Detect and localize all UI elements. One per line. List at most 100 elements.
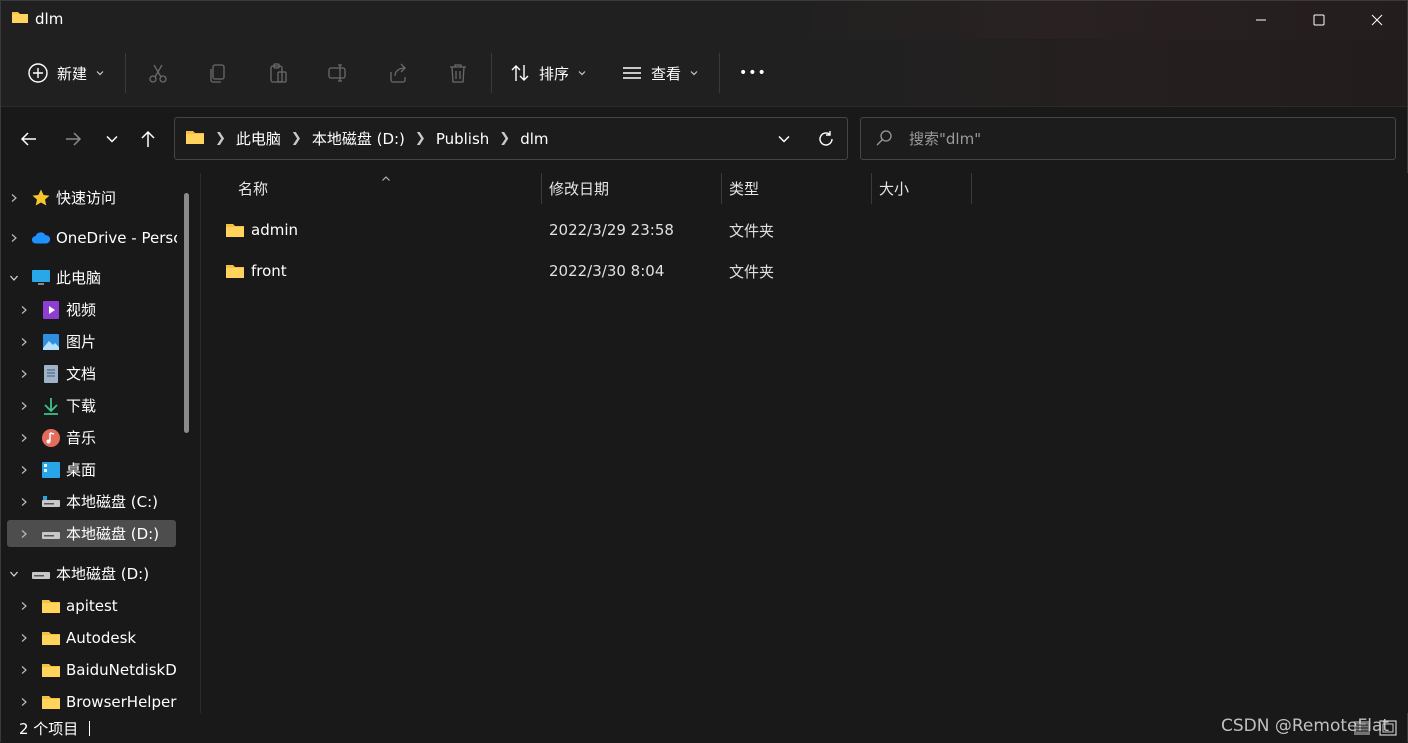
- rename-button[interactable]: [326, 61, 350, 85]
- sidebar-item-label: apitest: [66, 596, 118, 615]
- recent-locations-button[interactable]: [98, 125, 126, 153]
- forward-button[interactable]: [59, 125, 87, 153]
- sidebar-item-label: 此电脑: [56, 269, 102, 287]
- details-view-button[interactable]: [1351, 718, 1373, 738]
- more-options-button[interactable]: •••: [739, 57, 767, 89]
- chevron-right-icon[interactable]: ❯: [291, 131, 302, 146]
- sidebar-item-folder[interactable]: BrowserHelper: [17, 688, 187, 713]
- file-type-cell: 文件夹: [729, 262, 775, 281]
- tiles-view-button[interactable]: [1377, 718, 1399, 738]
- table-row[interactable]: admin 2022/3/29 23:58 文件夹: [217, 212, 957, 248]
- arrow-up-icon: [141, 130, 155, 147]
- chevron-right-icon[interactable]: [17, 431, 31, 445]
- file-name-cell[interactable]: front: [225, 253, 287, 289]
- chevron-right-icon[interactable]: ❯: [499, 131, 510, 146]
- column-divider[interactable]: [871, 173, 872, 204]
- sidebar-item-music[interactable]: 音乐: [17, 424, 187, 451]
- column-header-modified[interactable]: 修改日期: [549, 173, 609, 204]
- sort-button[interactable]: 排序: [509, 57, 587, 89]
- up-button[interactable]: [134, 125, 162, 153]
- sidebar-item-downloads[interactable]: 下载: [17, 392, 187, 419]
- breadcrumb-this-pc[interactable]: 此电脑: [236, 128, 281, 149]
- file-modified-cell: 2022/3/29 23:58: [549, 221, 674, 239]
- chevron-right-icon[interactable]: [17, 367, 31, 381]
- cloud-icon: [31, 228, 51, 248]
- sidebar-item-label: 本地磁盘 (C:): [66, 493, 158, 511]
- sidebar-item-label: OneDrive - Persc: [56, 228, 177, 247]
- title-group: dlm: [11, 9, 63, 29]
- copy-button[interactable]: [206, 61, 230, 85]
- sidebar-item-drive-d[interactable]: 本地磁盘 (D:): [7, 520, 176, 547]
- chevron-right-icon[interactable]: [17, 303, 31, 317]
- chevron-down-icon[interactable]: [7, 567, 21, 581]
- paste-button[interactable]: [266, 61, 290, 85]
- star-icon: [31, 188, 51, 208]
- sidebar-item-documents[interactable]: 文档: [17, 360, 187, 387]
- navigation-pane: 快速访问 OneDrive - Persc 此电脑 视频 图片 文档 下载 音乐…: [1, 173, 199, 713]
- chevron-down-icon: [96, 71, 104, 76]
- delete-button[interactable]: [446, 61, 470, 85]
- sidebar-item-label: 快速访问: [56, 189, 117, 207]
- table-row[interactable]: front 2022/3/30 8:04 文件夹: [217, 253, 957, 289]
- sidebar-item-drive-d-root[interactable]: 本地磁盘 (D:): [7, 560, 177, 587]
- search-box[interactable]: [860, 117, 1396, 160]
- chevron-right-icon[interactable]: [17, 399, 31, 413]
- chevron-right-icon[interactable]: [17, 599, 31, 613]
- breadcrumb-publish[interactable]: Publish: [436, 130, 489, 148]
- chevron-right-icon[interactable]: [17, 335, 31, 349]
- column-divider[interactable]: [541, 173, 542, 204]
- chevron-down-icon: [578, 71, 586, 76]
- window-title: dlm: [35, 10, 64, 28]
- chevron-down-icon: [778, 135, 790, 143]
- column-header-name[interactable]: 名称: [238, 173, 268, 204]
- column-divider[interactable]: [971, 173, 972, 204]
- sidebar-item-videos[interactable]: 视频: [17, 296, 187, 323]
- chevron-right-icon[interactable]: [7, 191, 21, 205]
- share-icon: [390, 63, 406, 83]
- breadcrumb-dlm[interactable]: dlm: [520, 130, 548, 148]
- sidebar-item-quick-access[interactable]: 快速访问: [7, 184, 177, 211]
- title-bar[interactable]: dlm: [1, 1, 1407, 39]
- view-button[interactable]: 查看: [621, 57, 699, 89]
- address-history-button[interactable]: [771, 126, 797, 152]
- sidebar-item-desktop[interactable]: 桌面: [17, 456, 187, 483]
- maximize-button[interactable]: [1290, 1, 1348, 39]
- search-input[interactable]: [909, 126, 1379, 152]
- file-type-cell: 文件夹: [729, 221, 775, 240]
- sidebar-item-onedrive[interactable]: OneDrive - Persc: [7, 224, 177, 251]
- cut-button[interactable]: [146, 61, 170, 85]
- file-name-cell[interactable]: admin: [225, 212, 298, 248]
- sidebar-scrollbar[interactable]: [184, 193, 189, 433]
- column-header-type[interactable]: 类型: [729, 173, 759, 204]
- folder-icon: [41, 692, 61, 712]
- chevron-right-icon[interactable]: [17, 527, 31, 541]
- chevron-right-icon[interactable]: [17, 695, 31, 709]
- sidebar-item-folder[interactable]: apitest: [17, 592, 187, 619]
- sidebar-item-folder[interactable]: BaiduNetdiskD: [17, 656, 187, 683]
- sort-icon: [511, 65, 529, 81]
- column-header-size[interactable]: 大小: [879, 173, 909, 204]
- refresh-button[interactable]: [813, 126, 839, 152]
- chevron-right-icon[interactable]: [17, 663, 31, 677]
- chevron-right-icon[interactable]: [17, 495, 31, 509]
- share-button[interactable]: [386, 61, 410, 85]
- sidebar-item-folder[interactable]: Autodesk: [17, 624, 187, 651]
- back-button[interactable]: [15, 125, 43, 153]
- column-divider[interactable]: [721, 173, 722, 204]
- chevron-right-icon[interactable]: ❯: [415, 131, 426, 146]
- sidebar-item-pictures[interactable]: 图片: [17, 328, 187, 355]
- new-button[interactable]: 新建: [27, 57, 105, 89]
- address-bar[interactable]: ❯ 此电脑 ❯ 本地磁盘 (D:) ❯ Publish ❯ dlm: [174, 117, 848, 160]
- chevron-right-icon[interactable]: [17, 463, 31, 477]
- sidebar-item-drive-c[interactable]: 本地磁盘 (C:): [17, 488, 187, 515]
- chevron-right-icon[interactable]: [17, 631, 31, 645]
- close-button[interactable]: [1348, 1, 1406, 39]
- sidebar-item-this-pc[interactable]: 此电脑: [7, 264, 177, 291]
- minimize-button[interactable]: [1232, 1, 1290, 39]
- item-count: 2 个项目: [19, 720, 79, 738]
- chevron-right-icon[interactable]: [7, 231, 21, 245]
- chevron-down-icon[interactable]: [7, 271, 21, 285]
- chevron-down-icon: [690, 71, 698, 76]
- breadcrumb-drive-d[interactable]: 本地磁盘 (D:): [312, 128, 405, 149]
- sidebar-item-label: 音乐: [66, 429, 97, 447]
